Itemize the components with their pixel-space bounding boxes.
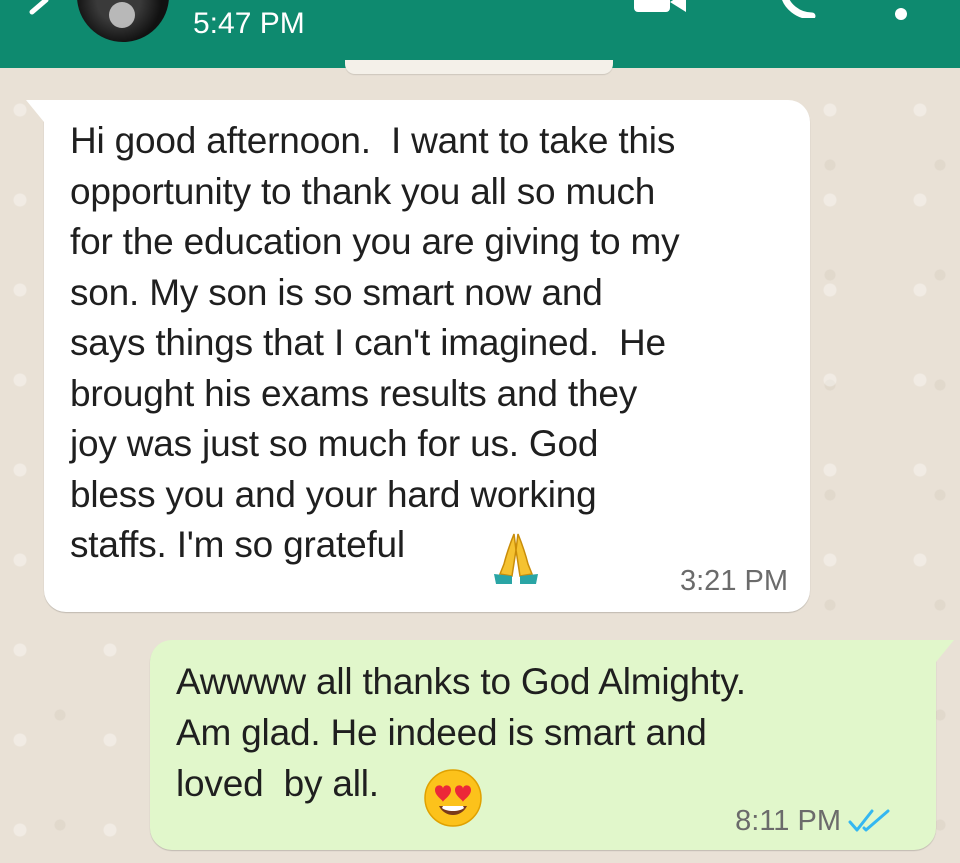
header-status-time: 5:47 PM <box>193 7 305 40</box>
double-check-read-icon <box>848 809 890 832</box>
message-timestamp: 3:21 PM <box>680 565 788 597</box>
message-timestamp: 8:11 PM <box>735 805 841 837</box>
heart-eyes-emoji-icon <box>424 769 482 827</box>
chat-bottom-edge <box>0 855 960 863</box>
more-options-icon[interactable] <box>893 4 909 24</box>
video-call-icon[interactable] <box>630 0 690 16</box>
incoming-message-bubble[interactable]: Hi good afternoon. I want to take this o… <box>26 100 810 612</box>
chat-header: 5:47 PM <box>0 0 960 68</box>
date-chip <box>345 60 613 74</box>
message-text: Hi good afternoon. I want to take this o… <box>70 120 680 565</box>
contact-avatar[interactable] <box>77 0 169 42</box>
voice-call-icon[interactable] <box>778 0 818 18</box>
back-arrow-icon[interactable] <box>22 0 52 18</box>
folded-hands-emoji-icon <box>494 533 538 584</box>
outgoing-message-bubble[interactable]: Awwww all thanks to God Almighty. Am gla… <box>150 640 954 850</box>
